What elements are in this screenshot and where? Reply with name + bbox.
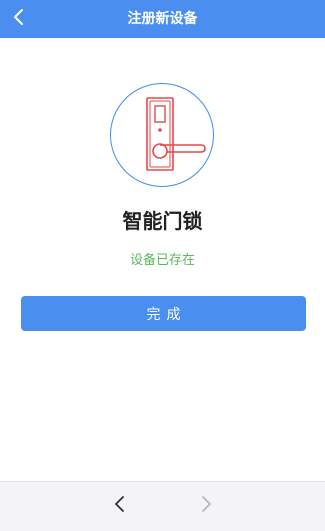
app-header: 注册新设备 <box>0 0 325 38</box>
chevron-right-icon <box>200 495 212 517</box>
chevron-left-icon <box>12 8 26 30</box>
chevron-left-icon <box>114 495 126 517</box>
back-button[interactable] <box>4 0 34 38</box>
status-text: 设备已存在 <box>129 253 195 268</box>
done-button[interactable]: 完成 <box>21 296 306 331</box>
device-image-circle <box>110 83 214 187</box>
page-title: 注册新设备 <box>127 11 198 27</box>
device-name: 智能门锁 <box>122 209 203 233</box>
browser-nav-bar <box>0 481 325 531</box>
nav-forward-button[interactable] <box>194 494 218 518</box>
nav-back-button[interactable] <box>108 494 132 518</box>
door-lock-icon <box>146 97 206 171</box>
